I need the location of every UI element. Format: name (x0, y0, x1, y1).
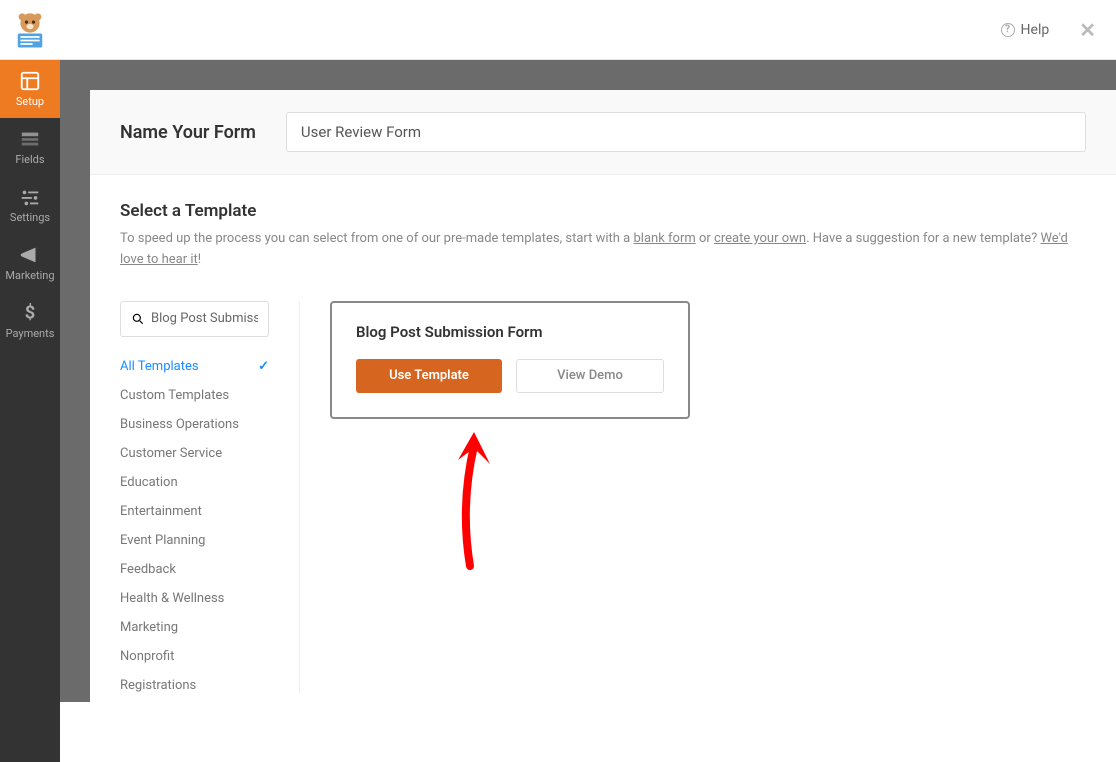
category-item[interactable]: Marketing (120, 620, 269, 635)
payments-icon: $ (19, 302, 41, 324)
view-demo-button[interactable]: View Demo (516, 359, 664, 393)
close-icon[interactable]: ✕ (1079, 18, 1096, 42)
help-label: Help (1021, 22, 1050, 38)
category-item[interactable]: Registrations (120, 678, 269, 693)
sidebar-item-payments[interactable]: $ Payments (0, 292, 60, 350)
template-section-title: Select a Template (120, 201, 1086, 221)
sidebar-item-setup[interactable]: Setup (0, 60, 60, 118)
category-item[interactable]: Custom Templates (120, 388, 269, 403)
settings-icon (19, 186, 41, 208)
sidebar-item-marketing[interactable]: Marketing (0, 234, 60, 292)
sidebar-item-label: Fields (15, 153, 44, 166)
fields-icon (19, 128, 41, 150)
category-item[interactable]: Health & Wellness (120, 591, 269, 606)
search-icon (131, 312, 145, 326)
sidebar-item-label: Setup (16, 95, 44, 108)
templates-column: Blog Post Submission Form Use Template V… (300, 301, 1086, 693)
form-name-input[interactable] (286, 112, 1086, 152)
sidebar-item-settings[interactable]: Settings (0, 176, 60, 234)
setup-icon (19, 70, 41, 92)
sidebar-item-label: Payments (6, 327, 55, 340)
category-item[interactable]: Nonprofit (120, 649, 269, 664)
name-row: Name Your Form (90, 90, 1116, 175)
category-item[interactable]: Feedback (120, 562, 269, 577)
sidebar-item-fields[interactable]: Fields (0, 118, 60, 176)
check-icon: ✓ (258, 359, 269, 374)
panel: Name Your Form Select a Template To spee… (90, 90, 1116, 702)
template-search-input[interactable]: Blog Post Submission (120, 301, 269, 337)
create-own-link[interactable]: create your own (714, 231, 806, 246)
svg-text:$: $ (25, 303, 36, 324)
help-button[interactable]: ? Help (1001, 22, 1050, 38)
category-item[interactable]: Customer Service (120, 446, 269, 461)
main-area: Name Your Form Select a Template To spee… (60, 60, 1116, 702)
sidebar-item-label: Settings (10, 211, 50, 224)
categories-column: Blog Post Submission All Templates✓ Cust… (120, 301, 300, 693)
app-logo (0, 0, 60, 60)
sidebar: Setup Fields Settings Marketing $ Paymen… (0, 60, 60, 762)
category-all-templates[interactable]: All Templates✓ (120, 359, 269, 374)
category-item[interactable]: Event Planning (120, 533, 269, 548)
template-title: Blog Post Submission Form (356, 323, 664, 341)
topbar: ? Help ✕ (0, 0, 1116, 60)
body: Select a Template To speed up the proces… (90, 175, 1116, 702)
category-item[interactable]: Business Operations (120, 417, 269, 432)
use-template-button[interactable]: Use Template (356, 359, 502, 393)
category-item[interactable]: Entertainment (120, 504, 269, 519)
blank-form-link[interactable]: blank form (633, 231, 695, 246)
help-icon: ? (1001, 23, 1015, 37)
marketing-icon (19, 244, 41, 266)
search-value: Blog Post Submission (151, 311, 258, 326)
category-list: All Templates✓ Custom Templates Business… (120, 359, 269, 693)
template-section-subtitle: To speed up the process you can select f… (120, 229, 1086, 271)
category-item[interactable]: Education (120, 475, 269, 490)
template-card: Blog Post Submission Form Use Template V… (330, 301, 690, 419)
sidebar-item-label: Marketing (5, 269, 54, 282)
name-label: Name Your Form (120, 122, 256, 143)
